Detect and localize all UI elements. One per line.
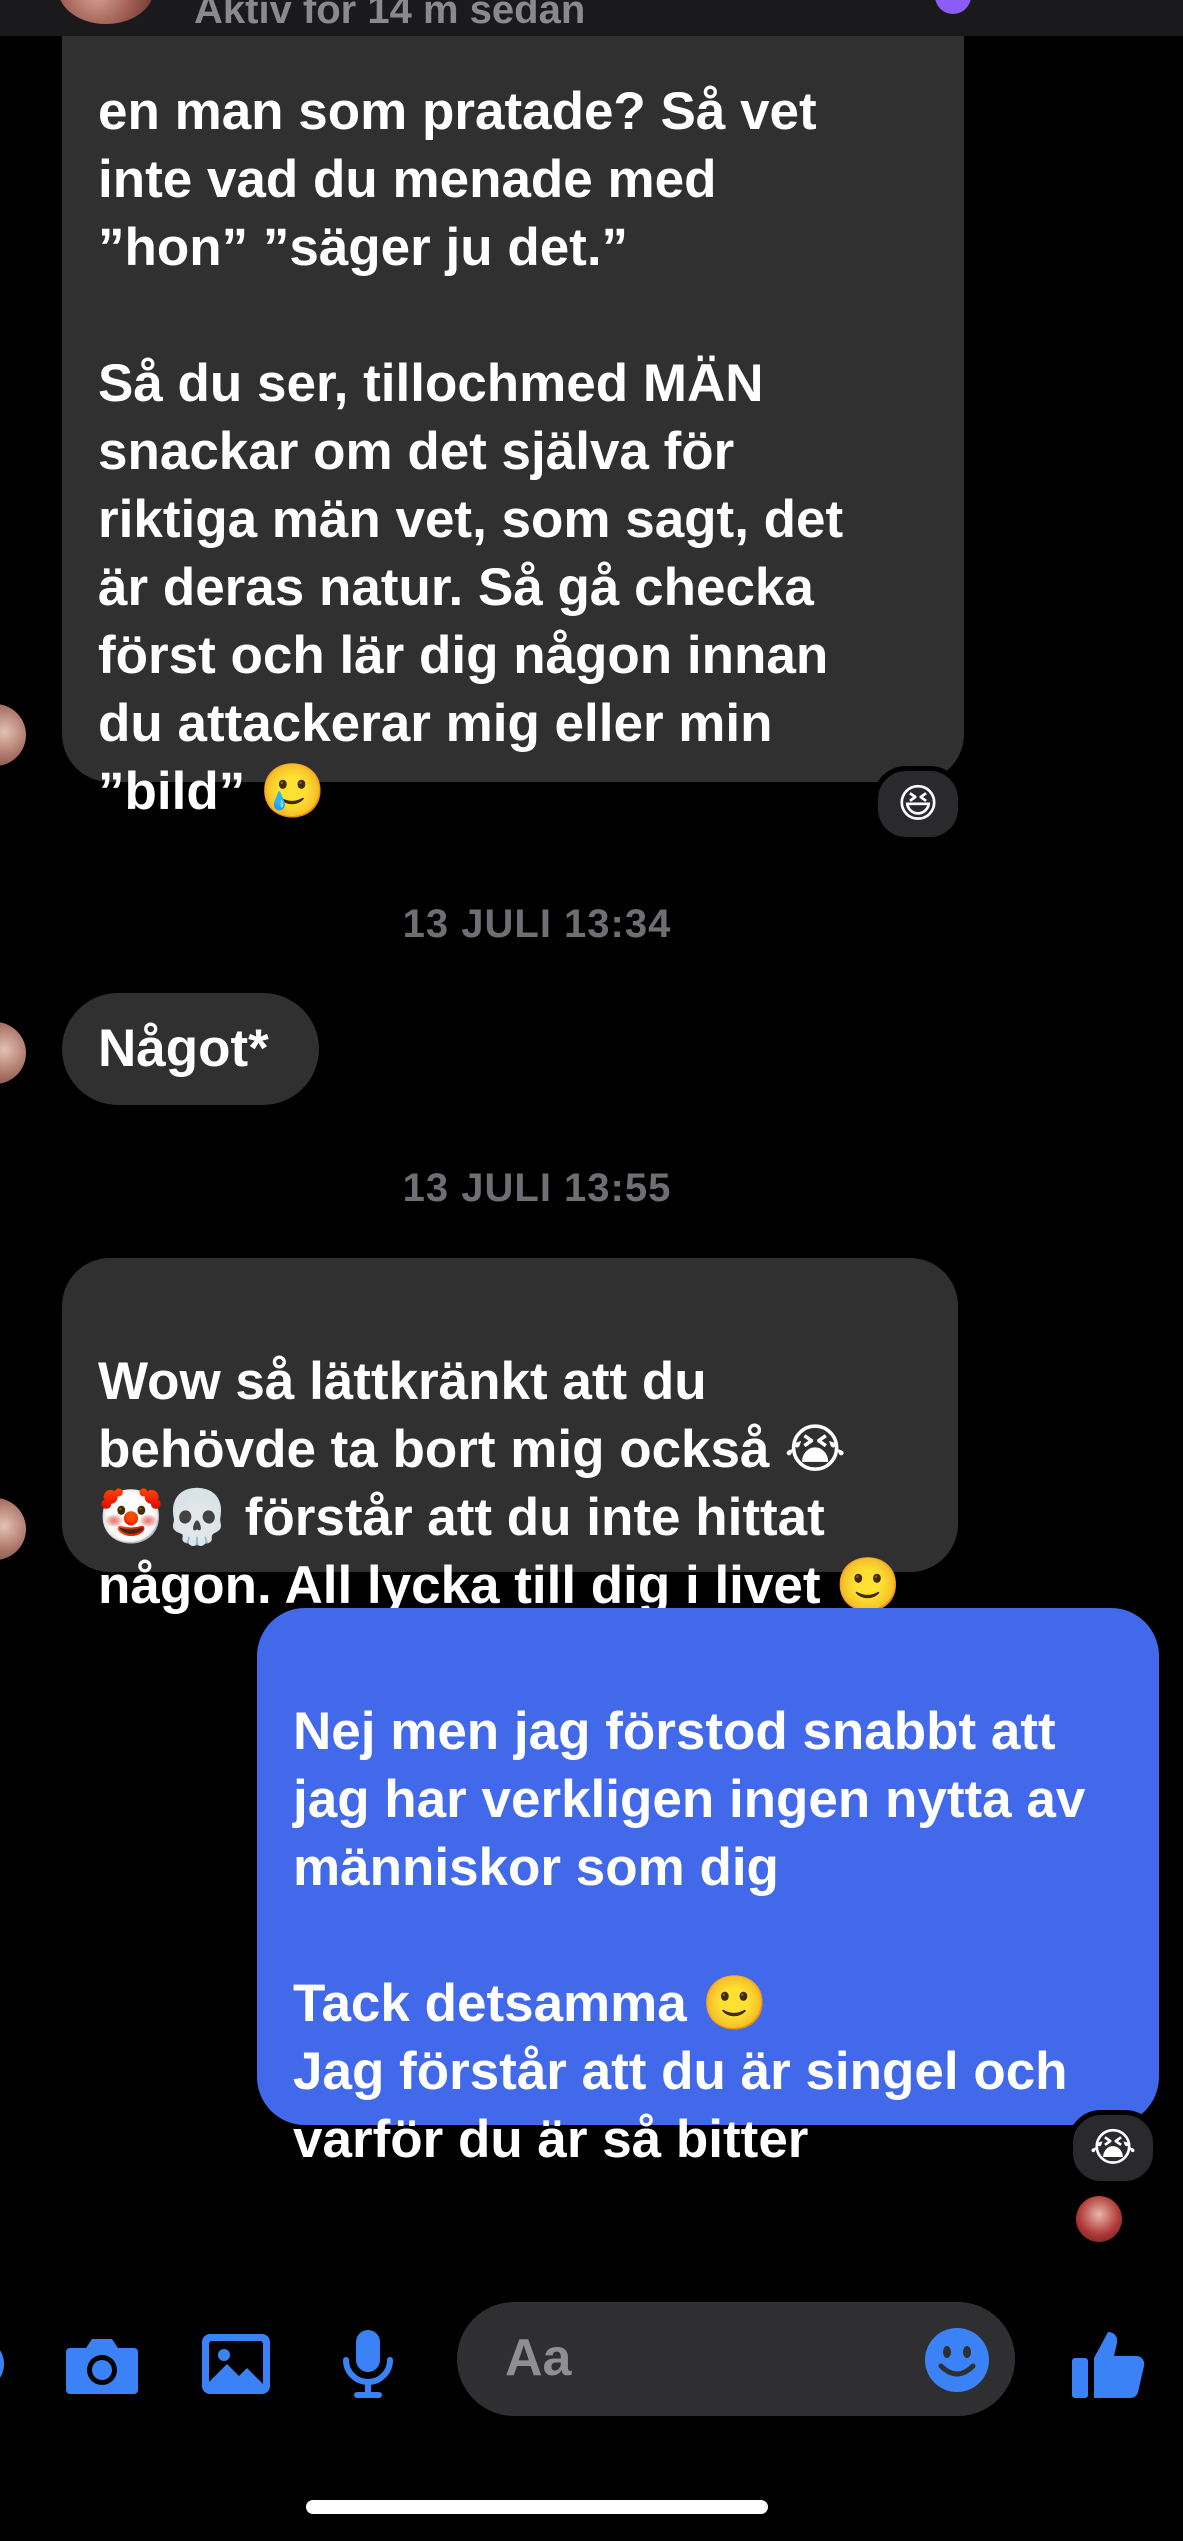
header-action-icon[interactable] xyxy=(935,0,971,14)
reaction-emoji: 😆 xyxy=(897,782,939,826)
home-indicator xyxy=(306,2500,768,2514)
message-line: Så du ser, tillochmed MÄN xyxy=(98,354,764,413)
message-line: riktiga män vet, som sagt, det xyxy=(98,490,844,549)
contact-status: Aktiv för 14 m sedan xyxy=(194,0,586,32)
microphone-icon[interactable] xyxy=(328,2324,408,2404)
message-line: snackar om det själva för xyxy=(98,422,735,481)
message-line: inte vad du menade med xyxy=(98,150,717,209)
message-line: en man som pratade? Så vet xyxy=(98,82,817,141)
chat-header: Aktiv för 14 m sedan xyxy=(0,0,1183,36)
message-line: Nej men jag förstod snabbt att xyxy=(293,1702,1056,1761)
message-line: ”hon” ”säger ju det.” xyxy=(98,218,629,277)
message-text: Nej men jag förstod snabbt att jag har ve… xyxy=(293,1698,1123,2174)
message-line: varför du är så bitter xyxy=(293,2110,809,2169)
seen-avatar xyxy=(1076,2196,1122,2242)
reaction-emoji: 😭 xyxy=(1089,2126,1137,2170)
emoji-icon[interactable] xyxy=(923,2326,991,2394)
message-text: en man som pratade? Så vet inte vad du me… xyxy=(98,78,928,826)
reaction-badge[interactable]: 😭 xyxy=(1068,2110,1158,2186)
message-input[interactable]: Aa xyxy=(457,2302,1015,2416)
message-text: Något* xyxy=(98,1019,269,1078)
message-line: behövde ta bort mig också 😭 xyxy=(98,1420,847,1479)
sender-avatar[interactable] xyxy=(0,1498,26,1560)
incoming-message[interactable]: en man som pratade? Så vet inte vad du me… xyxy=(62,0,964,821)
reaction-badge[interactable]: 😆 xyxy=(873,766,963,842)
timestamp: 13 JULI 13:34 xyxy=(402,902,672,946)
message-line: människor som dig xyxy=(293,1838,779,1897)
sender-avatar[interactable] xyxy=(0,1022,26,1084)
message-line xyxy=(293,1902,1123,1970)
message-line: Wow så lättkränkt att du xyxy=(98,1352,707,1411)
camera-icon[interactable] xyxy=(62,2324,142,2404)
outgoing-message[interactable]: Nej men jag förstod snabbt att jag har ve… xyxy=(257,1608,1159,2169)
message-line: 🤡💀 förstår att du inte hittat xyxy=(98,1488,825,1547)
thumbs-up-icon[interactable] xyxy=(1068,2324,1148,2404)
message-line: ”bild” 🥲 xyxy=(98,762,326,821)
message-line xyxy=(98,282,928,350)
message-input-placeholder: Aa xyxy=(505,2329,572,2387)
message-text: Wow så lättkränkt att du behövde ta bort … xyxy=(98,1348,922,1620)
message-line: är deras natur. Så gå checka xyxy=(98,558,814,617)
timestamp: 13 JULI 13:55 xyxy=(402,1166,672,1210)
message-line: Jag förstår att du är singel och xyxy=(293,2042,1068,2101)
message-line: först och lär dig någon innan xyxy=(98,626,829,685)
incoming-message[interactable]: Något* xyxy=(62,993,319,1105)
incoming-message[interactable]: Wow så lättkränkt att du behövde ta bort … xyxy=(62,1258,958,1615)
message-line: du attackerar mig eller min xyxy=(98,694,773,753)
more-icon[interactable] xyxy=(0,2324,18,2404)
message-line: Tack detsamma 🙂 xyxy=(293,1974,768,2033)
gallery-icon[interactable] xyxy=(196,2324,276,2404)
sender-avatar[interactable] xyxy=(0,704,26,766)
message-line: jag har verkligen ingen nytta av xyxy=(293,1770,1086,1829)
contact-avatar[interactable] xyxy=(58,0,154,24)
